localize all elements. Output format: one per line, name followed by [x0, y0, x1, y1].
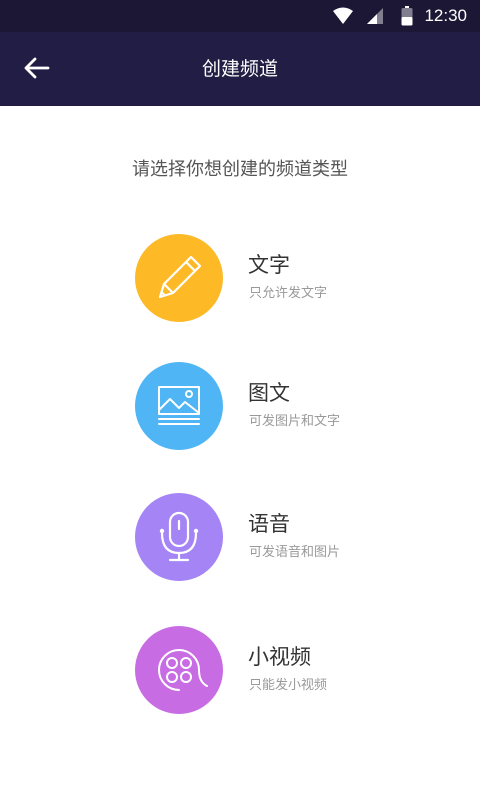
image-icon	[158, 386, 200, 425]
option-description: 只能发小视频	[249, 678, 328, 693]
option-icon-circle	[135, 234, 223, 322]
wifi-icon	[333, 7, 353, 24]
option-text-channel[interactable]: 文字 只允许发文字	[135, 234, 395, 322]
option-description: 可发图片和文字	[249, 414, 341, 429]
option-icon-circle	[135, 362, 223, 450]
option-icon-circle	[135, 493, 223, 581]
option-icon-circle	[135, 626, 223, 714]
option-description: 只允许发文字	[249, 286, 328, 301]
option-short-video-channel[interactable]: 小视频 只能发小视频	[135, 626, 395, 714]
prompt-text: 请选择你想创建的频道类型	[132, 159, 348, 180]
pencil-icon	[158, 255, 202, 299]
option-image-text-channel[interactable]: 图文 可发图片和文字	[135, 362, 395, 450]
status-bar: 12:30	[0, 0, 480, 32]
page-title: 创建频道	[201, 58, 278, 80]
battery-icon	[401, 6, 413, 26]
option-title: 图文	[248, 381, 290, 405]
app-bar: 创建频道	[0, 32, 480, 106]
film-reel-icon	[158, 649, 208, 691]
option-voice-channel[interactable]: 语音 可发语音和图片	[135, 493, 395, 581]
option-title: 小视频	[248, 645, 311, 669]
signal-icon	[367, 8, 383, 24]
option-title: 文字	[248, 253, 290, 277]
option-description: 可发语音和图片	[249, 545, 341, 560]
status-time: 12:30	[424, 6, 467, 25]
option-title: 语音	[248, 512, 290, 536]
microphone-icon	[159, 511, 199, 562]
